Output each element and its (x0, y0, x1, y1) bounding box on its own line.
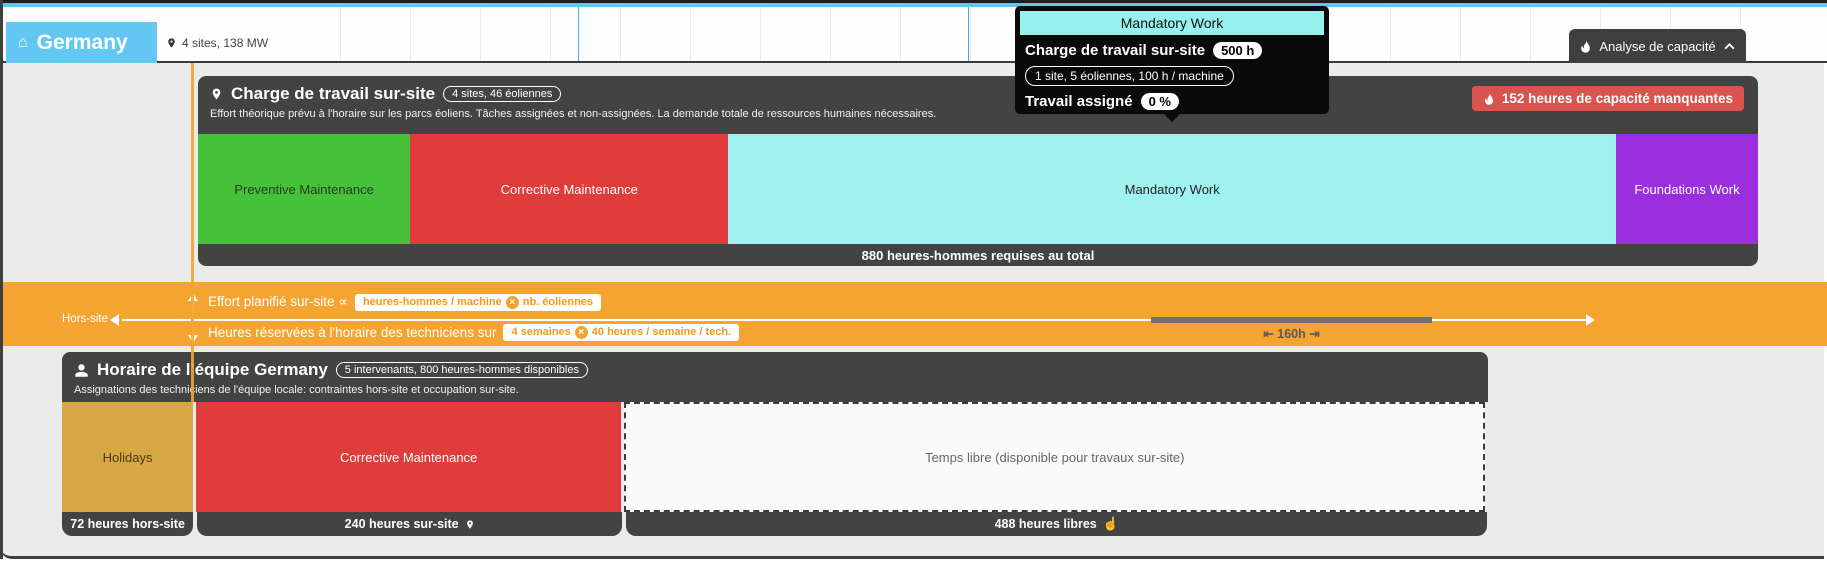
segment-label: Corrective Maintenance (501, 182, 638, 197)
offsite-label: Hors-site (62, 313, 108, 325)
team-panel-header: Horaire de l'équipe Germany 5 intervenan… (62, 352, 1488, 402)
left-edge (0, 0, 3, 559)
free-hours-footer: 488 heures libres ☝ (626, 512, 1487, 536)
workload-bar: Preventive Maintenance Corrective Mainte… (198, 134, 1758, 244)
range-value: 160h (1277, 327, 1306, 341)
formula-right: nb. éoliennes (523, 296, 593, 308)
workload-panel: Charge de travail sur-site 4 sites, 46 é… (198, 76, 1758, 266)
hand-pointer-icon: ☝ (1103, 516, 1119, 532)
tooltip-pointer (1164, 114, 1180, 122)
capacity-analysis-toggle[interactable]: Analyse de capacité (1569, 29, 1746, 63)
site-info-label: 4 sites, 138 MW (182, 36, 268, 50)
workload-segment-preventive[interactable]: Preventive Maintenance (198, 134, 410, 244)
tooltip-workload-label: Charge de travail sur-site (1025, 42, 1205, 59)
tooltip-assigned-label: Travail assigné (1025, 93, 1133, 110)
capacity-analysis-page: ⌂ Germany 4 sites, 138 MW Analyse de cap… (0, 0, 1827, 565)
workload-total-label: 880 heures-hommes requises au total (862, 248, 1095, 263)
multiply-icon (506, 296, 519, 309)
flame-icon (1579, 40, 1592, 53)
team-segment-corrective[interactable]: Corrective Maintenance (196, 402, 621, 512)
home-icon: ⌂ (18, 34, 28, 52)
offsite-arrow-icon (110, 314, 119, 326)
region-title-chip[interactable]: ⌂ Germany (6, 22, 157, 63)
workload-sites-badge: 4 sites, 46 éoliennes (443, 86, 561, 102)
160h-range-bar (1151, 317, 1432, 323)
location-pin-icon (465, 518, 475, 531)
team-footers: 72 heures hors-site 240 heures sur-site … (62, 512, 1488, 536)
footer-label: 72 heures hors-site (70, 517, 185, 531)
footer-label: 240 heures sur-site (345, 517, 459, 531)
team-panel-title: Horaire de l'équipe Germany (97, 360, 328, 380)
segment-label: Foundations Work (1634, 182, 1739, 197)
formula-left: heures-hommes / machine (363, 296, 502, 308)
location-pin-icon (166, 36, 177, 50)
segment-label: Temps libre (disponible pour travaux sur… (925, 450, 1184, 465)
reserved-hours-formula: 4 semaines 40 heures / semaine / tech. (503, 324, 739, 341)
missing-capacity-label: 152 heures de capacité manquantes (1502, 91, 1733, 106)
multiply-icon (575, 326, 588, 339)
planned-effort-text: Effort planifié sur-site ∝ (208, 294, 348, 310)
segment-tooltip: Mandatory Work Charge de travail sur-sit… (1015, 6, 1329, 114)
tooltip-assigned-value: 0 % (1141, 93, 1179, 110)
offsite-boundary-line (191, 63, 194, 402)
tooltip-title: Mandatory Work (1020, 11, 1324, 35)
calendar-accent-line (968, 7, 969, 61)
onsite-hours-footer: 240 heures sur-site (197, 512, 622, 536)
location-pin-icon (210, 86, 223, 102)
workload-segment-mandatory[interactable]: Mandatory Work (728, 134, 1616, 244)
segment-label: Mandatory Work (1125, 182, 1220, 197)
team-panel-subtitle: Assignations des techniciens de l'équipe… (74, 384, 1476, 396)
formula-left: 4 semaines (511, 326, 570, 338)
capacity-analysis-label: Analyse de capacité (1599, 39, 1715, 54)
reserved-hours-row: Heures réservées à l'horaire des technic… (208, 322, 739, 342)
region-title: Germany (37, 31, 128, 55)
footer-label: 488 heures libres (995, 517, 1097, 531)
workload-segment-corrective[interactable]: Corrective Maintenance (410, 134, 728, 244)
team-bar: Holidays Corrective Maintenance Temps li… (62, 402, 1488, 512)
planned-effort-formula: heures-hommes / machine nb. éoliennes (355, 294, 601, 311)
workload-panel-title: Charge de travail sur-site (231, 84, 435, 104)
team-availability-badge: 5 intervenants, 800 heures-hommes dispon… (336, 362, 588, 378)
workload-total-footer: 880 heures-hommes requises au total (198, 244, 1758, 266)
segment-label: Holidays (103, 450, 153, 465)
person-icon (74, 363, 89, 378)
region-site-info: 4 sites, 138 MW (166, 36, 268, 50)
team-schedule-panel: Horaire de l'équipe Germany 5 intervenan… (62, 352, 1488, 536)
reserved-hours-text: Heures réservées à l'horaire des technic… (208, 325, 496, 340)
team-segment-free-time[interactable]: Temps libre (disponible pour travaux sur… (624, 402, 1485, 512)
flame-icon (1483, 92, 1495, 106)
range-end-icon (1306, 327, 1320, 341)
onsite-arrow-icon (1586, 314, 1595, 326)
calendar-accent-line (578, 7, 579, 61)
header-band (0, 7, 1827, 63)
tooltip-detail-badge: 1 site, 5 éoliennes, 100 h / machine (1025, 66, 1234, 86)
160h-range-label: 160h (1151, 326, 1432, 341)
formula-right: 40 heures / semaine / tech. (592, 326, 731, 338)
missing-capacity-badge: 152 heures de capacité manquantes (1472, 86, 1744, 111)
planned-effort-row: Effort planifié sur-site ∝ heures-hommes… (208, 292, 601, 312)
tooltip-workload-value: 500 h (1213, 42, 1262, 59)
offsite-hours-footer: 72 heures hors-site (62, 512, 193, 536)
segment-label: Preventive Maintenance (234, 182, 373, 197)
workload-panel-header: Charge de travail sur-site 4 sites, 46 é… (198, 76, 1758, 134)
segment-label: Corrective Maintenance (340, 450, 477, 465)
team-segment-holidays[interactable]: Holidays (62, 402, 193, 512)
chevron-up-icon (1723, 40, 1736, 53)
workload-segment-foundations[interactable]: Foundations Work (1616, 134, 1758, 244)
range-start-icon (1263, 327, 1277, 341)
